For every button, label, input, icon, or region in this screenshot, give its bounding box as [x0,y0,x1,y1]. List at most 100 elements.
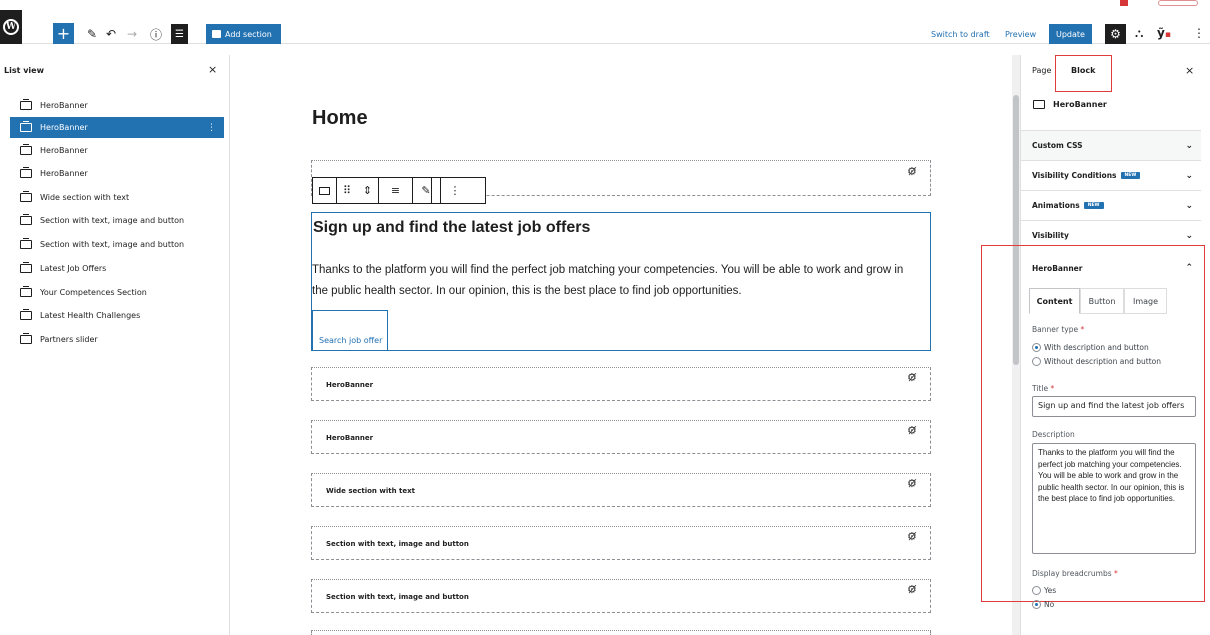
more-options-icon[interactable]: ⋮ [207,123,216,133]
list-view-item-label: Latest Job Offers [40,264,107,273]
list-view-item-label: HeroBanner [40,169,88,178]
list-view-item[interactable]: Latest Job Offers [10,258,224,279]
list-view-item[interactable]: HeroBanner [10,95,224,116]
chevron-up-icon: ⌃ [1185,263,1193,273]
list-icon: ☰ [175,28,184,40]
section-label: Section with text, image and button [326,540,469,548]
update-button[interactable]: Update [1049,24,1092,44]
redo-button[interactable]: → [125,24,139,44]
info-icon: ⓘ [149,27,162,42]
chevron-down-icon: ⌄ [1185,230,1193,241]
radio-unchecked-icon [1032,357,1041,366]
section-label: Section with text, image and button [326,593,469,601]
tab-image[interactable]: Image [1124,288,1167,314]
align-button[interactable]: ≡ [379,178,413,203]
block-icon [20,286,32,297]
list-view-item[interactable]: Latest Health Challenges [10,305,224,326]
required-mark: * [1080,325,1085,334]
herobanner-tabs: Content Button Image [1029,288,1177,314]
preview-link[interactable]: Preview [1005,30,1036,39]
panel-title: Custom CSS [1032,141,1083,150]
edit-button[interactable]: ✎ [413,178,441,203]
block-icon [20,121,32,132]
section-label: HeroBanner [326,381,374,389]
undo-button[interactable]: ↶ [104,24,118,44]
radio-checked-icon [1032,600,1041,609]
radio-with-description[interactable]: With description and button [1032,343,1149,352]
hero-title: Sign up and find the latest job offers [313,219,591,236]
block-toolbar: ⠿ ⇕ ≡ ✎ ⋮ [312,177,486,204]
page-title[interactable]: Home [312,107,368,130]
panel-title: HeroBanner [1032,263,1083,273]
panel-title: Visibility Conditions [1032,171,1117,180]
plugin-icon-button[interactable]: ⛬ [1135,26,1143,41]
radio-checked-icon [1032,343,1041,352]
details-button[interactable]: ⓘ [149,24,163,44]
block-type-button[interactable] [313,178,337,203]
section-block[interactable] [311,420,931,454]
tab-content[interactable]: Content [1029,288,1080,314]
list-view-toggle-button[interactable]: ☰ [171,24,188,44]
selected-block-card: HeroBanner [1033,100,1107,109]
list-view-item[interactable]: Partners slider [10,329,224,350]
list-view-item[interactable]: HeroBanner [10,163,224,184]
new-badge: NEW [1083,202,1104,209]
tools-button[interactable]: ✎ [85,24,99,44]
move-up-down-button[interactable]: ⇕ [357,178,379,203]
animations-panel[interactable]: Animations NEW ⌄ [1021,190,1201,220]
list-view-item[interactable]: HeroBanner [10,140,224,161]
search-job-offer-button[interactable]: Search job offer [312,310,388,351]
herobanner-panel-header[interactable]: HeroBanner ⌃ [1021,253,1201,283]
list-view-item-label: HeroBanner [40,146,88,155]
reusable-icon: ⚙̸ [907,424,917,437]
list-view-item-label: Section with text, image and button [40,240,185,249]
wordpress-logo-button[interactable]: W [0,10,22,44]
reusable-icon: ⚙̸ [907,371,917,384]
add-section-button[interactable]: Add section [206,24,281,44]
visibility-conditions-panel[interactable]: Visibility Conditions NEW ⌄ [1021,160,1201,190]
settings-button[interactable]: ⚙ [1105,24,1126,44]
redo-icon: → [126,27,138,41]
list-view-item[interactable]: Section with text, image and button [10,210,224,231]
radio-without-description[interactable]: Without description and button [1032,357,1161,366]
list-view-item[interactable]: Section with text, image and button [10,234,224,255]
custom-css-panel[interactable]: Custom CSS ⌄ [1021,130,1201,160]
add-section-label: Add section [225,29,272,39]
list-view-item[interactable]: Wide section with text [10,187,224,208]
block-inserter-button[interactable]: + [53,23,74,44]
block-options-button[interactable]: ⋮ [441,178,469,203]
label-text: Display breadcrumbs [1032,569,1112,578]
panel-title: Visibility [1032,231,1069,240]
drag-handle[interactable]: ⠿ [337,178,357,203]
description-textarea[interactable]: Thanks to the platform you will find the… [1032,443,1196,554]
list-view-panel: List view × HeroBanner HeroBanner ⋮ HeroB… [0,55,230,635]
wordpress-icon: W [3,19,19,35]
radio-label: No [1044,600,1055,609]
chevron-down-icon: ⌄ [1185,200,1193,211]
plus-icon: + [56,23,71,43]
switch-to-draft-link[interactable]: Switch to draft [931,30,990,39]
gear-icon: ⚙ [1110,27,1121,41]
tab-page[interactable]: Page [1032,66,1051,75]
list-view-item-label: Partners slider [40,335,98,344]
block-icon [20,99,32,110]
yoast-icon-button[interactable]: ỹ▪ [1157,26,1171,40]
options-menu-button[interactable]: ⋮ [1193,26,1205,40]
close-list-view-button[interactable]: × [208,63,217,76]
section-block[interactable] [311,630,931,635]
chevron-down-icon: ⌄ [1185,140,1193,151]
title-label: Title * [1032,384,1054,393]
radio-label: With description and button [1044,343,1149,352]
title-input[interactable]: Sign up and find the latest job offers [1032,396,1196,417]
list-view-item-selected[interactable]: HeroBanner ⋮ [10,117,224,138]
close-sidebar-button[interactable]: × [1185,64,1194,77]
settings-sidebar: Page Block × HeroBanner Custom CSS ⌄ Visi… [981,55,1210,635]
section-block[interactable] [311,367,931,401]
tab-button[interactable]: Button [1080,288,1124,314]
radio-breadcrumbs-yes[interactable]: Yes [1032,586,1056,595]
list-view-item[interactable]: Your Competences Section [10,282,224,303]
list-view-item-label: Wide section with text [40,193,130,202]
list-view-item-label: Your Competences Section [40,288,147,297]
radio-breadcrumbs-no[interactable]: No [1032,600,1054,609]
block-icon [1033,100,1045,109]
